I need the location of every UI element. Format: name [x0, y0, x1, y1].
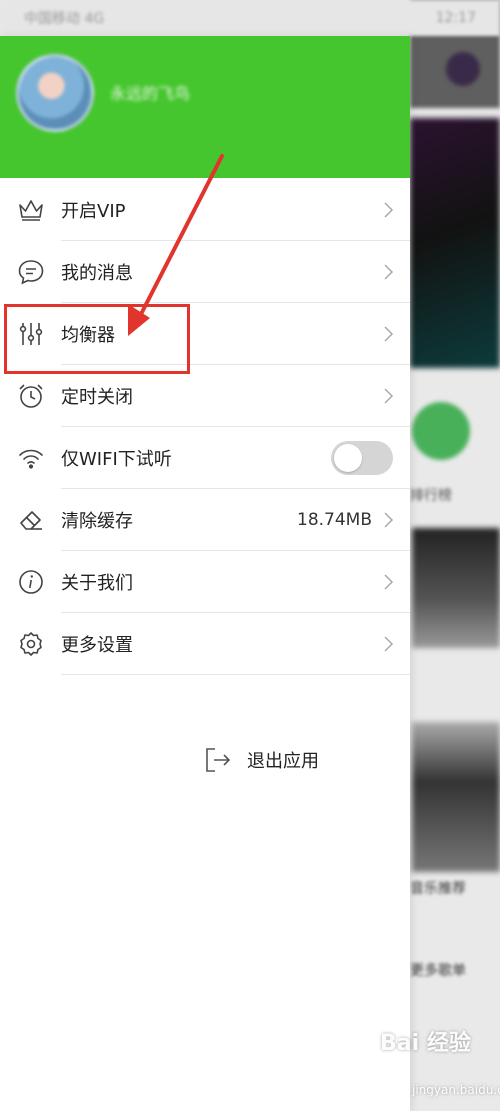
wifi-only-toggle[interactable] [331, 441, 393, 475]
chevron-right-icon [382, 201, 394, 219]
menu-item-more-settings[interactable]: 更多设置 [0, 613, 410, 675]
menu-item-label: 更多设置 [61, 635, 133, 656]
chevron-right-icon [382, 387, 394, 405]
background-label: 音乐推荐 [410, 881, 466, 897]
menu-item-sleep-timer[interactable]: 定时关闭 [0, 365, 410, 427]
menu-item-messages[interactable]: 我的消息 [0, 241, 410, 303]
menu-item-label: 开启VIP [61, 201, 126, 222]
menu-item-label: 我的消息 [61, 263, 133, 284]
background-album-cover [412, 528, 500, 648]
menu-item-label: 定时关闭 [61, 387, 133, 408]
side-drawer: 永远的飞鸟 开启VIP 我的消息 均衡器 定时关闭 仅WIFI下试听 清除缓存 … [0, 36, 410, 1111]
background-album-cover [412, 722, 500, 872]
menu-item-vip[interactable]: 开启VIP [0, 179, 410, 241]
gear-icon [17, 630, 45, 658]
chevron-right-icon [382, 573, 394, 591]
drawer-header: 永远的飞鸟 [0, 36, 410, 178]
baidu-watermark: Bai 经验 [380, 1031, 471, 1056]
avatar[interactable] [16, 54, 94, 132]
user-name[interactable]: 永远的飞鸟 [110, 80, 190, 104]
status-bar: 中国移动 4G 12:17 [0, 0, 500, 36]
background-label: 排行榜 [410, 488, 452, 504]
chevron-right-icon [382, 635, 394, 653]
menu-item-clear-cache[interactable]: 清除缓存 18.74MB [0, 489, 410, 551]
exit-app-label: 退出应用 [247, 751, 319, 772]
menu-item-about[interactable]: 关于我们 [0, 551, 410, 613]
background-avatar [446, 52, 480, 86]
menu-item-label: 清除缓存 [61, 511, 133, 532]
watermark-url: jingyan.baidu.com [412, 1083, 500, 1097]
menu-item-label: 关于我们 [61, 573, 133, 594]
annotation-highlight-box [4, 304, 190, 374]
background-label: 更多歌单 [410, 963, 466, 979]
carrier-text: 中国移动 4G [24, 11, 105, 27]
background-chart-icon [412, 402, 470, 460]
menu-item-label: 仅WIFI下试听 [61, 449, 172, 470]
chevron-right-icon [382, 263, 394, 281]
background-banner [410, 118, 500, 368]
chevron-right-icon [382, 511, 394, 529]
exit-icon [203, 745, 233, 775]
alarm-clock-icon [17, 382, 45, 410]
crown-icon [17, 196, 45, 224]
eraser-icon [17, 506, 45, 534]
clock-text: 12:17 [435, 10, 476, 26]
message-icon [17, 258, 45, 286]
toggle-knob [334, 444, 362, 472]
wifi-icon [17, 444, 45, 472]
cache-size: 18.74MB [297, 510, 372, 530]
menu-item-wifi-only: 仅WIFI下试听 [0, 427, 410, 489]
chevron-right-icon [382, 325, 394, 343]
drawer-menu: 开启VIP 我的消息 均衡器 定时关闭 仅WIFI下试听 清除缓存 18.74M… [0, 179, 410, 675]
info-icon [17, 568, 45, 596]
exit-app-button[interactable]: 退出应用 [203, 742, 319, 778]
